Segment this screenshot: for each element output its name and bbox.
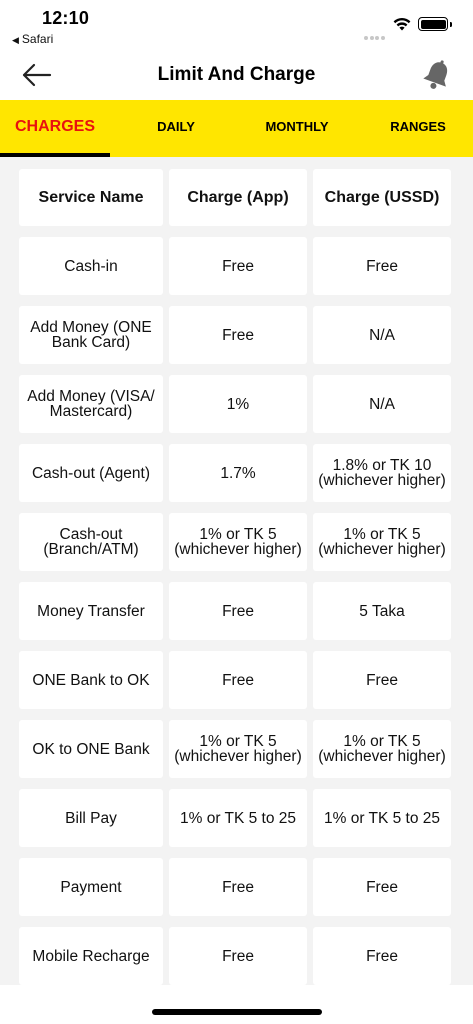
service-name-cell: OK to ONE Bank xyxy=(19,720,163,778)
charge-app-cell: 1% or TK 5 to 25 xyxy=(169,789,307,847)
charge-app-cell: Free xyxy=(169,927,307,985)
charge-app-cell: Free xyxy=(169,582,307,640)
charge-ussd-cell: 1% or TK 5 to 25 xyxy=(313,789,451,847)
table-row: Cash-out (Branch/ATM) 1% or TK 5 (whiche… xyxy=(19,513,451,571)
charge-ussd-cell: 1% or TK 5 (whichever higher) xyxy=(313,720,451,778)
wifi-icon xyxy=(392,16,412,32)
charge-app-cell: Free xyxy=(169,237,307,295)
tab-ranges[interactable]: RANGES xyxy=(380,100,456,157)
table-row: Cash-in Free Free xyxy=(19,237,451,295)
tab-charges[interactable]: CHARGES xyxy=(0,100,110,157)
charge-ussd-cell: 5 Taka xyxy=(313,582,451,640)
charge-ussd-cell: Free xyxy=(313,651,451,709)
service-name-cell: Cash-in xyxy=(19,237,163,295)
table-row: Bill Pay 1% or TK 5 to 25 1% or TK 5 to … xyxy=(19,789,451,847)
back-app-label: Safari xyxy=(21,32,54,46)
table-row: OK to ONE Bank 1% or TK 5 (whichever hig… xyxy=(19,720,451,778)
charge-ussd-cell: Free xyxy=(313,858,451,916)
tab-monthly[interactable]: MONTHLY xyxy=(250,100,344,157)
home-indicator[interactable] xyxy=(152,1009,322,1015)
table-row: Money Transfer Free 5 Taka xyxy=(19,582,451,640)
service-name-cell: Cash-out (Branch/ATM) xyxy=(19,513,163,571)
charge-ussd-cell: N/A xyxy=(313,375,451,433)
tab-daily[interactable]: DAILY xyxy=(136,100,216,157)
service-name-cell: Add Money (ONE Bank Card) xyxy=(19,306,163,364)
charge-ussd-cell: 1% or TK 5 (whichever higher) xyxy=(313,513,451,571)
service-name-cell: Add Money (VISA/ Mastercard) xyxy=(19,375,163,433)
app-header: Limit And Charge xyxy=(0,52,473,100)
charge-app-cell: 1% or TK 5 (whichever higher) xyxy=(169,513,307,571)
status-bar: 12:10 ◀ Safari xyxy=(0,0,473,52)
service-name-cell: Money Transfer xyxy=(19,582,163,640)
bell-icon xyxy=(423,60,448,89)
triangle-left-icon: ◀ xyxy=(12,35,19,45)
service-name-cell: ONE Bank to OK xyxy=(19,651,163,709)
back-to-app-link[interactable]: ◀ Safari xyxy=(12,32,53,46)
header-charge-ussd: Charge (USSD) xyxy=(313,169,451,226)
header-service-name: Service Name xyxy=(19,169,163,226)
charges-content[interactable]: Service Name Charge (App) Charge (USSD) … xyxy=(0,157,473,985)
service-name-cell: Payment xyxy=(19,858,163,916)
charge-app-cell: 1% xyxy=(169,375,307,433)
charge-ussd-cell: Free xyxy=(313,237,451,295)
service-name-cell: Cash-out (Agent) xyxy=(19,444,163,502)
table-row: Add Money (VISA/ Mastercard) 1% N/A xyxy=(19,375,451,433)
charge-ussd-cell: N/A xyxy=(313,306,451,364)
table-row: ONE Bank to OK Free Free xyxy=(19,651,451,709)
table-row: Add Money (ONE Bank Card) Free N/A xyxy=(19,306,451,364)
table-row: Payment Free Free xyxy=(19,858,451,916)
table-header-row: Service Name Charge (App) Charge (USSD) xyxy=(19,169,451,226)
charge-app-cell: Free xyxy=(169,306,307,364)
charge-app-cell: 1.7% xyxy=(169,444,307,502)
charge-app-cell: Free xyxy=(169,651,307,709)
battery-icon xyxy=(418,17,452,31)
charge-app-cell: Free xyxy=(169,858,307,916)
table-row: Mobile Recharge Free Free xyxy=(19,927,451,985)
signal-icon xyxy=(364,27,386,40)
status-time: 12:10 xyxy=(42,8,90,28)
page-title: Limit And Charge xyxy=(157,64,316,85)
charge-ussd-cell: Free xyxy=(313,927,451,985)
service-name-cell: Mobile Recharge xyxy=(19,927,163,985)
charge-app-cell: 1% or TK 5 (whichever higher) xyxy=(169,720,307,778)
table-row: Cash-out (Agent) 1.7% 1.8% or TK 10 (whi… xyxy=(19,444,451,502)
home-indicator-area xyxy=(0,985,473,1024)
tab-bar: CHARGES DAILY MONTHLY RANGES xyxy=(0,100,473,157)
charges-table: Service Name Charge (App) Charge (USSD) … xyxy=(19,169,451,985)
service-name-cell: Bill Pay xyxy=(19,789,163,847)
charge-ussd-cell: 1.8% or TK 10 (whichever higher) xyxy=(313,444,451,502)
notification-button[interactable] xyxy=(420,58,454,94)
header-charge-app: Charge (App) xyxy=(169,169,307,226)
